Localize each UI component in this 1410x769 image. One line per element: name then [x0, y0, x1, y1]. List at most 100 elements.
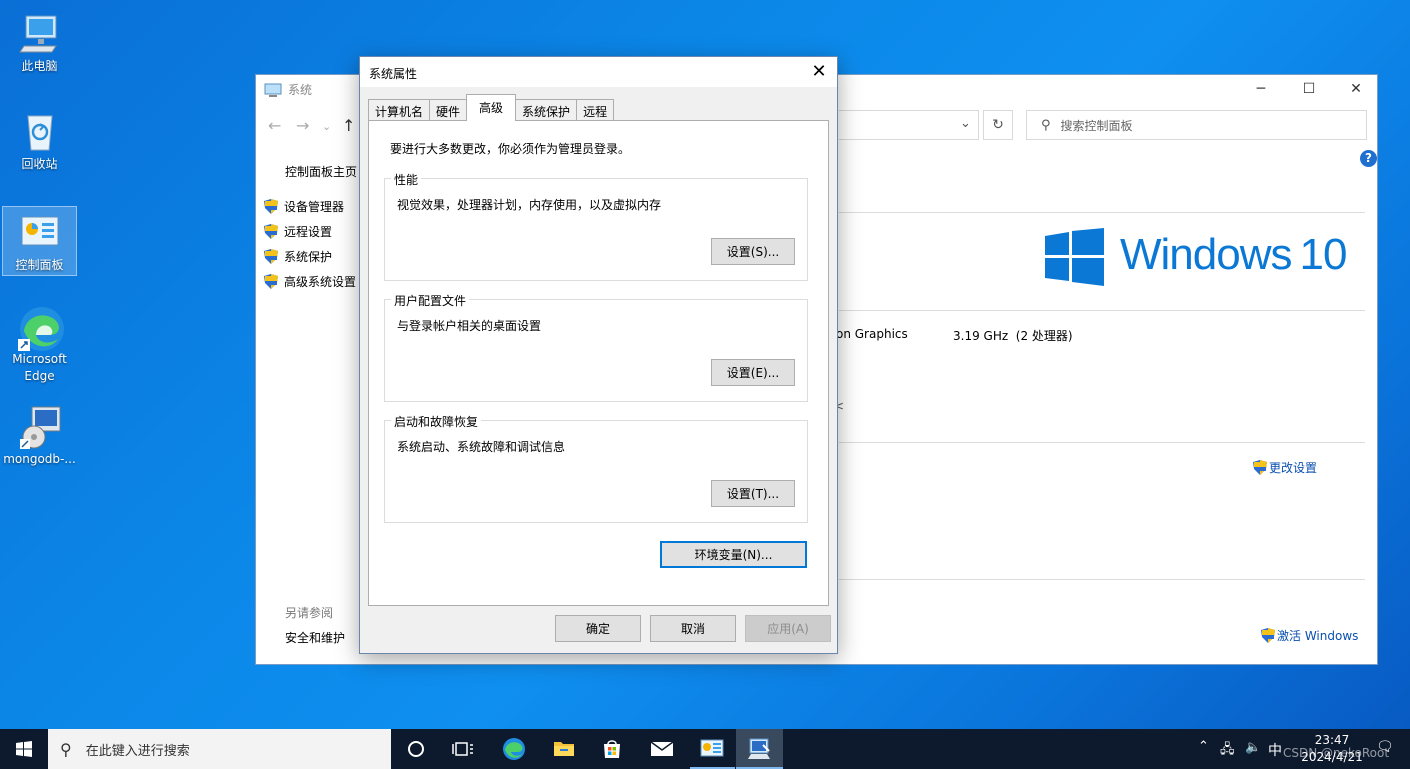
help-icon[interactable]: ?	[1360, 150, 1377, 167]
cpu-speed: 3.19 GHz (2 处理器)	[953, 329, 1073, 343]
apply-button[interactable]: 应用(A)	[745, 615, 831, 642]
sidebar-item-system-protection[interactable]: 系统保护	[264, 248, 332, 265]
installer-icon	[18, 405, 62, 449]
computer-icon	[18, 12, 62, 56]
group-description: 视觉效果，处理器计划，内存使用，以及虚拟内存	[397, 198, 662, 212]
shield-icon	[264, 274, 278, 289]
windows-logo-icon	[1045, 228, 1104, 289]
sidebar-item-advanced-system-settings[interactable]: 高级系统设置	[264, 273, 356, 290]
see-also-security-link[interactable]: 安全和维护	[285, 629, 345, 646]
performance-settings-button[interactable]: 设置(S)...	[711, 238, 795, 265]
chevron-down-icon[interactable]: ⌄	[960, 116, 971, 131]
system-properties-taskbar-button[interactable]	[736, 729, 783, 769]
back-arrow-icon[interactable]: ←	[268, 116, 281, 135]
cpu-name-fragment: on Graphics	[836, 327, 908, 341]
divider	[839, 442, 1365, 443]
group-description: 与登录帐户相关的桌面设置	[397, 319, 542, 333]
desktop-icon-recycle-bin[interactable]: 回收站	[2, 110, 77, 173]
group-legend: 启动和故障恢复	[391, 413, 482, 430]
shield-icon	[264, 224, 278, 239]
network-icon[interactable]: 🖧	[1220, 740, 1235, 762]
startup-recovery-settings-button[interactable]: 设置(T)...	[711, 480, 795, 507]
shield-icon	[1261, 628, 1275, 643]
sidebar-home-link[interactable]: 控制面板主页	[285, 163, 357, 180]
tab-remote[interactable]: 远程	[576, 99, 615, 121]
change-settings-link[interactable]: 更改设置	[1253, 459, 1317, 476]
ime-indicator[interactable]: 中	[1268, 740, 1282, 760]
start-button[interactable]	[0, 729, 48, 769]
windows-start-icon	[16, 741, 32, 757]
ok-button[interactable]: 确定	[555, 615, 641, 642]
advanced-tab-pane: 要进行大多数更改，你必须作为管理员登录。 性能 视觉效果，处理器计划，内存使用，…	[368, 120, 829, 606]
taskbar-search-placeholder: 在此键入进行搜索	[85, 743, 190, 759]
system-properties-icon	[748, 738, 770, 759]
divider	[839, 310, 1365, 311]
task-view-circle-icon[interactable]	[404, 737, 428, 761]
tab-hardware[interactable]: 硬件	[429, 99, 468, 121]
maximize-button[interactable]: ☐	[1297, 81, 1321, 97]
control-panel-icon	[700, 739, 724, 757]
close-button[interactable]: ✕	[1344, 81, 1368, 97]
up-arrow-icon[interactable]: ↑	[342, 116, 355, 135]
see-also-title: 另请参阅	[285, 606, 334, 620]
dialog-title: 系统属性	[369, 67, 418, 81]
taskbar: ⚲ 在此键入进行搜索 ⌃ 🖧 🔈 中 23:47 2024/4/21 🗨 CSD…	[0, 729, 1410, 769]
group-description: 系统启动、系统故障和调试信息	[397, 440, 566, 454]
tab-computer-name[interactable]: 计算机名	[368, 99, 431, 121]
group-legend: 性能	[391, 171, 422, 188]
search-placeholder: 搜索控制面板	[1060, 118, 1133, 133]
admin-notice: 要进行大多数更改，你必须作为管理员登录。	[390, 142, 631, 156]
cancel-button[interactable]: 取消	[650, 615, 736, 642]
volume-icon[interactable]: 🔈	[1245, 740, 1261, 755]
show-hidden-icons-chevron[interactable]: ⌃	[1198, 739, 1209, 754]
user-profiles-group: 用户配置文件 与登录帐户相关的桌面设置 设置(E)...	[384, 292, 808, 402]
dialog-title-bar: 系统属性	[360, 57, 837, 87]
tab-system-protection[interactable]: 系统保护	[515, 99, 578, 121]
window-title: 系统	[288, 83, 313, 97]
desktop-icon-control-panel[interactable]: 控制面板	[2, 206, 77, 276]
dialog-close-button[interactable]: ✕	[809, 61, 829, 82]
sidebar-item-remote-settings[interactable]: 远程设置	[264, 223, 332, 240]
divider	[839, 212, 1365, 213]
system-properties-dialog[interactable]: 系统属性 ✕ 计算机名 硬件 高级 系统保护 远程 要进行大多数更改，你必须作为…	[359, 56, 838, 654]
environment-variables-button[interactable]: 环境变量(N)...	[660, 541, 807, 568]
refresh-button[interactable]: ↻	[983, 110, 1013, 140]
recycle-bin-icon	[18, 110, 62, 154]
recent-chevron-icon[interactable]: ⌄	[322, 120, 331, 133]
task-view-icon[interactable]	[451, 737, 475, 761]
edge-taskbar-icon[interactable]	[502, 737, 526, 761]
user-profiles-settings-button[interactable]: 设置(E)...	[711, 359, 795, 386]
activate-windows-link[interactable]: 激活 Windows	[1261, 627, 1358, 644]
desktop-icon-edge[interactable]: Microsoft Edge	[2, 305, 77, 385]
search-control-panel-input[interactable]: ⚲ 搜索控制面板	[1026, 110, 1367, 140]
mail-icon[interactable]	[650, 737, 674, 761]
desktop-icon-label: 回收站	[21, 157, 58, 171]
address-bar[interactable]: ⌄	[839, 110, 979, 140]
divider	[839, 579, 1365, 580]
minimize-button[interactable]: ─	[1249, 81, 1273, 97]
system-icon	[264, 83, 282, 97]
tab-advanced[interactable]: 高级	[466, 94, 517, 121]
desktop-icon-this-pc[interactable]: 此电脑	[2, 12, 77, 75]
search-icon: ⚲	[60, 739, 72, 759]
desktop-icon-label: 控制面板	[15, 258, 64, 272]
shield-icon	[1253, 460, 1267, 475]
group-legend: 用户配置文件	[391, 292, 470, 309]
performance-group: 性能 视觉效果，处理器计划，内存使用，以及虚拟内存 设置(S)...	[384, 171, 808, 281]
desktop-icon-label: 此电脑	[21, 59, 58, 73]
store-icon[interactable]	[600, 737, 624, 761]
control-panel-icon	[18, 211, 62, 255]
window-title-bar: 系统	[264, 81, 312, 98]
taskbar-search-box[interactable]: ⚲ 在此键入进行搜索	[48, 729, 391, 769]
shield-icon	[264, 199, 278, 214]
control-panel-taskbar-button[interactable]	[690, 729, 735, 769]
shield-icon	[264, 249, 278, 264]
forward-arrow-icon[interactable]: →	[296, 116, 309, 135]
startup-recovery-group: 启动和故障恢复 系统启动、系统故障和调试信息 设置(T)...	[384, 413, 808, 523]
edge-icon	[17, 305, 64, 351]
desktop-icon-mongodb[interactable]: mongodb-...	[2, 405, 77, 468]
file-explorer-icon[interactable]	[552, 737, 576, 761]
search-icon: ⚲	[1041, 117, 1051, 133]
tab-strip: 计算机名 硬件 高级 系统保护 远程	[368, 94, 615, 121]
sidebar-item-device-manager[interactable]: 设备管理器	[264, 198, 344, 215]
